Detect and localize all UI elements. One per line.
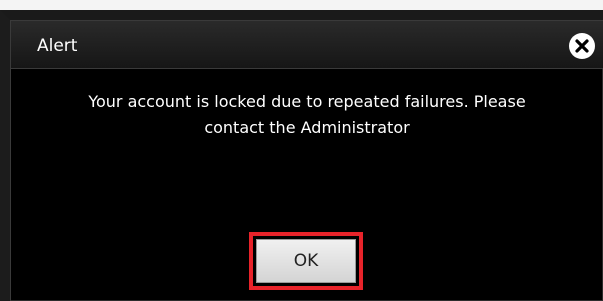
alert-message-line: Your account is locked due to repeated f… bbox=[88, 92, 526, 111]
alert-message-line: contact the Administrator bbox=[204, 118, 410, 137]
dialog-title: Alert bbox=[37, 36, 78, 56]
background-strip bbox=[0, 0, 603, 10]
dialog-titlebar: Alert bbox=[11, 21, 603, 69]
close-icon bbox=[575, 39, 589, 53]
close-button[interactable] bbox=[569, 33, 595, 59]
ok-button-highlight: OK bbox=[249, 232, 363, 290]
ok-button[interactable]: OK bbox=[256, 239, 356, 283]
alert-message: Your account is locked due to repeated f… bbox=[11, 89, 603, 141]
dialog-frame: Alert Your account is locked due to repe… bbox=[10, 20, 603, 301]
alert-dialog: Alert Your account is locked due to repe… bbox=[0, 10, 603, 301]
